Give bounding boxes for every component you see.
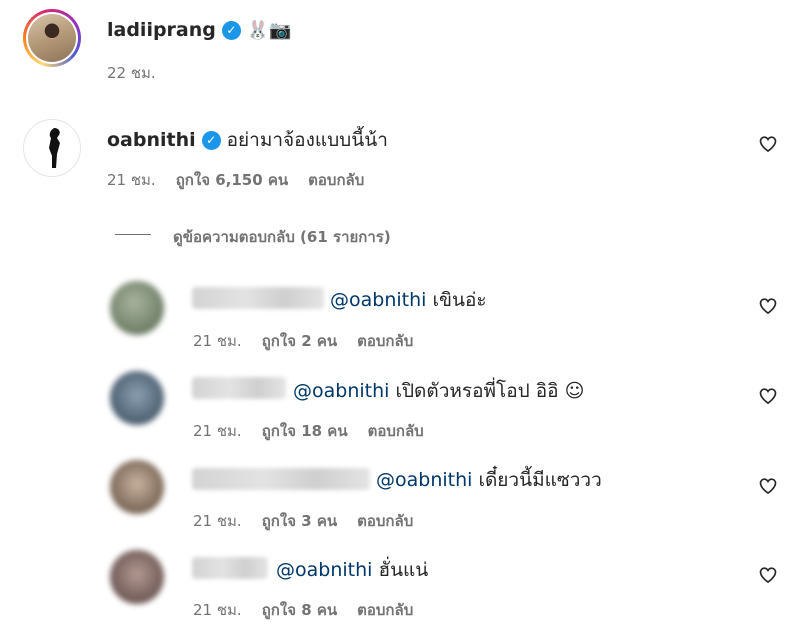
- comment-likes[interactable]: ถูกใจ 6,150 คน: [176, 168, 288, 192]
- reply-likes[interactable]: ถูกใจ 2 คน: [262, 329, 337, 353]
- reply-button[interactable]: ตอบกลับ: [357, 329, 413, 353]
- reply-username-blurred[interactable]: [192, 287, 324, 309]
- comment-reply-button[interactable]: ตอบกลับ: [308, 168, 364, 192]
- reply-mention[interactable]: @oabnithi: [293, 380, 389, 402]
- reply-button[interactable]: ตอบกลับ: [368, 419, 424, 443]
- like-heart-icon[interactable]: [758, 296, 778, 316]
- reply-text-row: @oabnithi เปิดตัวหรอพี่โอป อิอิ ☺: [293, 376, 584, 406]
- reply-meta: 21 ชม. ถูกใจ 2 คน ตอบกลับ: [193, 329, 413, 353]
- reply-text: เปิดตัวหรอพี่โอป อิอิ ☺: [395, 380, 585, 402]
- reply-avatar[interactable]: [110, 371, 164, 425]
- comment-row: oabnithi ✓ อย่ามาจ้องแบบนี้น้า: [107, 125, 388, 155]
- reply-button[interactable]: ตอบกลับ: [357, 598, 413, 622]
- reply-mention[interactable]: @oabnithi: [330, 289, 426, 311]
- reply-avatar[interactable]: [110, 281, 164, 335]
- comment-meta: 21 ชม. ถูกใจ 6,150 คน ตอบกลับ: [107, 168, 364, 192]
- reply-likes[interactable]: ถูกใจ 8 คน: [262, 598, 337, 622]
- replies-divider: [115, 234, 151, 235]
- reply-time: 21 ชม.: [193, 601, 242, 619]
- reply-meta: 21 ชม. ถูกใจ 3 คน ตอบกลับ: [193, 509, 413, 533]
- reply-time: 21 ชม.: [193, 422, 242, 440]
- reply-meta: 21 ชม. ถูกใจ 18 คน ตอบกลับ: [193, 419, 424, 443]
- reply-text: ฮั่นแน่: [378, 559, 429, 581]
- reply-text: เดี๋ยวนี้มีแซววว: [478, 469, 602, 491]
- reply-button[interactable]: ตอบกลับ: [357, 509, 413, 533]
- verified-badge-icon: ✓: [221, 20, 241, 40]
- reply-likes[interactable]: ถูกใจ 18 คน: [262, 419, 348, 443]
- like-heart-icon[interactable]: [758, 476, 778, 496]
- reply-text-row: @oabnithi เขินอ่ะ: [330, 285, 487, 315]
- silhouette-icon: [49, 128, 60, 168]
- reply-text: เขินอ่ะ: [432, 289, 487, 311]
- view-replies-button[interactable]: ดูข้อความตอบกลับ (61 รายการ): [173, 225, 391, 249]
- reply-time: 21 ชม.: [193, 512, 242, 530]
- comment-time: 21 ชม.: [107, 171, 156, 189]
- reply-meta: 21 ชม. ถูกใจ 8 คน ตอบกลับ: [193, 598, 413, 622]
- reply-avatar[interactable]: [110, 550, 164, 604]
- reply-username-blurred[interactable]: [192, 468, 370, 490]
- verified-badge-icon: ✓: [201, 130, 221, 150]
- comment-author-avatar[interactable]: [23, 119, 81, 177]
- post-time: 22 ชม.: [107, 64, 156, 82]
- comment-text: อย่ามาจ้องแบบนี้น้า: [226, 129, 388, 151]
- like-heart-icon[interactable]: [758, 134, 778, 154]
- post-author-emoji: 🐰📷: [246, 19, 292, 41]
- post-author-avatar[interactable]: [23, 9, 81, 67]
- reply-username-blurred[interactable]: [192, 377, 286, 399]
- reply-text-row: @oabnithi เดี๋ยวนี้มีแซววว: [376, 465, 602, 495]
- like-heart-icon[interactable]: [758, 565, 778, 585]
- reply-likes[interactable]: ถูกใจ 3 คน: [262, 509, 337, 533]
- avatar-photo: [28, 14, 76, 62]
- post-author-row: ladiiprang ✓ 🐰📷: [107, 19, 292, 41]
- post-author-username[interactable]: ladiiprang: [107, 19, 216, 41]
- reply-time: 21 ชม.: [193, 332, 242, 350]
- reply-mention[interactable]: @oabnithi: [276, 559, 372, 581]
- comment-author-username[interactable]: oabnithi: [107, 129, 196, 151]
- like-heart-icon[interactable]: [758, 386, 778, 406]
- reply-text-row: @oabnithi ฮั่นแน่: [276, 555, 428, 585]
- reply-avatar[interactable]: [110, 460, 164, 514]
- reply-mention[interactable]: @oabnithi: [376, 469, 472, 491]
- reply-username-blurred[interactable]: [192, 557, 268, 579]
